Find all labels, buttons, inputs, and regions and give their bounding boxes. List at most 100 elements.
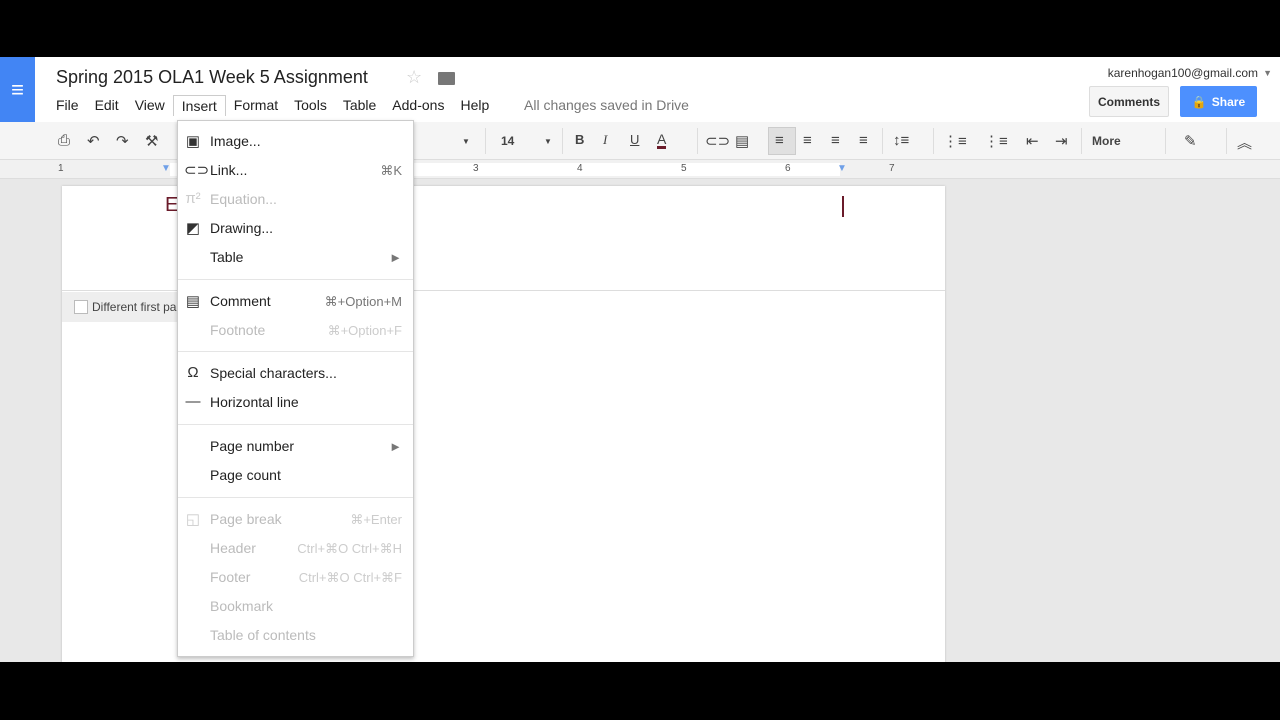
align-left-icon[interactable]: ≡ [768,127,796,155]
menu-item-shortcut: ⌘+Option+F [327,323,402,338]
document-title[interactable]: Spring 2015 OLA1 Week 5 Assignment [56,67,368,88]
ruler-tick: 4 [577,163,583,174]
menu-insert[interactable]: Insert [172,95,226,116]
more-button[interactable]: More [1092,134,1121,148]
text-cursor [842,196,844,217]
font-dropdown-icon[interactable]: ▼ [462,137,470,146]
italic-icon[interactable]: I [603,132,607,148]
omega-icon: Ω [187,364,199,381]
menu-item-page-number[interactable]: Page number ► [178,432,413,461]
ruler-tick: 6 [785,163,791,174]
menu-file[interactable]: File [48,95,87,116]
image-icon: ▣ [185,133,201,150]
increase-indent-icon[interactable]: ⇥ [1055,132,1068,150]
menu-help[interactable]: Help [452,95,497,116]
menu-tools[interactable]: Tools [286,95,335,116]
decrease-indent-icon[interactable]: ⇤ [1026,132,1039,150]
redo-icon[interactable]: ↷ [116,132,129,150]
menu-item-horizontal-line[interactable]: — Horizontal line [178,388,413,417]
bulleted-list-icon[interactable]: ⋮≡ [984,132,1008,150]
menu-addons[interactable]: Add-ons [384,95,452,116]
menu-item-image[interactable]: ▣ Image... [178,127,413,156]
menu-item-label: Footer [210,569,251,585]
menu-item-label: Equation... [210,191,277,207]
menu-item-label: Page break [210,511,282,527]
lock-icon: 🔒 [1191,94,1207,109]
line-spacing-icon[interactable]: ↕≡ [893,132,909,149]
menu-item-shortcut: ⌘K [380,163,402,178]
comment-icon[interactable]: ▤ [735,132,749,150]
align-center-icon[interactable]: ≡ [803,132,812,149]
divider [1165,128,1166,154]
menu-item-shortcut: ► [389,250,402,265]
bold-icon[interactable]: B [575,132,584,147]
menu-item-bookmark: Bookmark [178,592,413,621]
drawing-icon: ◩ [185,220,201,237]
insert-menu: ▣ Image... ⊂⊃ Link... ⌘K π² Equation... ◩ Drawin… [177,120,414,657]
undo-icon[interactable]: ↶ [87,132,100,150]
menu-item-link[interactable]: ⊂⊃ Link... ⌘K [178,156,413,185]
menu-item-comment[interactable]: ▤ Comment ⌘+Option+M [178,287,413,316]
menu-edit[interactable]: Edit [87,95,127,116]
save-status[interactable]: All changes saved in Drive [524,97,689,113]
divider [933,128,934,154]
align-right-icon[interactable]: ≡ [831,132,840,149]
menu-item-header: Header Ctrl+⌘O Ctrl+⌘H [178,534,413,563]
font-size-select[interactable]: 14 [501,134,514,148]
menu-item-shortcut: Ctrl+⌘O Ctrl+⌘F [298,570,402,585]
pencil-icon[interactable]: ✎ [1184,132,1197,150]
menu-item-shortcut: ► [389,439,402,454]
indent-marker[interactable]: ▼ [161,163,171,174]
menu-item-label: Horizontal line [210,394,299,410]
account-email[interactable]: karenhogan100@gmail.com [1108,66,1258,80]
star-icon[interactable]: ☆ [406,67,422,88]
menu-item-label: Page count [210,467,281,483]
share-label: Share [1211,94,1246,109]
menu-item-label: Table [210,249,244,265]
divider [485,128,486,154]
menu-item-label: Drawing... [210,220,274,236]
option-label: Different first pa [92,300,177,314]
menu-item-table-of-contents: Table of contents [178,621,413,650]
ruler-tick: 7 [889,163,895,174]
link-icon: ⊂⊃ [184,162,210,179]
print-icon[interactable]: ⎙ [58,132,70,149]
header: ≡ Spring 2015 OLA1 Week 5 Assignment ☆ F… [0,57,1280,122]
underline-icon[interactable]: U [630,132,639,147]
horizontal-line-icon: — [185,393,201,410]
divider [697,128,698,154]
right-indent-marker[interactable]: ▼ [837,163,847,174]
menu-item-label: Page number [210,438,295,454]
menu-item-page-count[interactable]: Page count [178,461,413,490]
menu-separator [178,351,413,352]
text-color-icon[interactable]: A [657,132,667,149]
docs-logo[interactable]: ≡ [0,57,35,122]
checkbox[interactable] [74,300,88,314]
different-first-page-option[interactable]: Different first pa [62,292,177,322]
menu-item-special-characters[interactable]: Ω Special characters... [178,359,413,388]
menu-item-table[interactable]: Table ► [178,243,413,272]
ruler-tick: 1 [58,163,64,174]
menu-table[interactable]: Table [335,95,384,116]
justify-icon[interactable]: ≡ [859,132,868,149]
menu-bar: File Edit View Insert Format Tools Table… [48,95,497,116]
link-icon[interactable]: ⊂⊃ [705,132,730,150]
collapse-icon[interactable]: ︽ [1237,132,1252,153]
share-button[interactable]: 🔒 Share [1180,86,1257,117]
numbered-list-icon[interactable]: ⋮≡ [943,132,967,150]
page-break-icon: ◱ [185,511,201,528]
menu-item-label: Bookmark [210,598,274,614]
menu-item-shortcut: Ctrl+⌘O Ctrl+⌘H [297,541,402,556]
menu-item-footer: Footer Ctrl+⌘O Ctrl+⌘F [178,563,413,592]
menu-view[interactable]: View [127,95,173,116]
divider [882,128,883,154]
paint-format-icon[interactable]: ⚒ [145,132,158,150]
menu-item-drawing[interactable]: ◩ Drawing... [178,214,413,243]
folder-icon[interactable] [438,72,455,85]
chevron-down-icon[interactable]: ▼ [544,137,552,146]
menu-item-shortcut: ⌘+Enter [350,512,402,527]
menu-item-label: Special characters... [210,365,337,381]
menu-format[interactable]: Format [226,95,286,116]
comments-button[interactable]: Comments [1089,86,1169,117]
chevron-down-icon[interactable]: ▼ [1263,68,1272,78]
